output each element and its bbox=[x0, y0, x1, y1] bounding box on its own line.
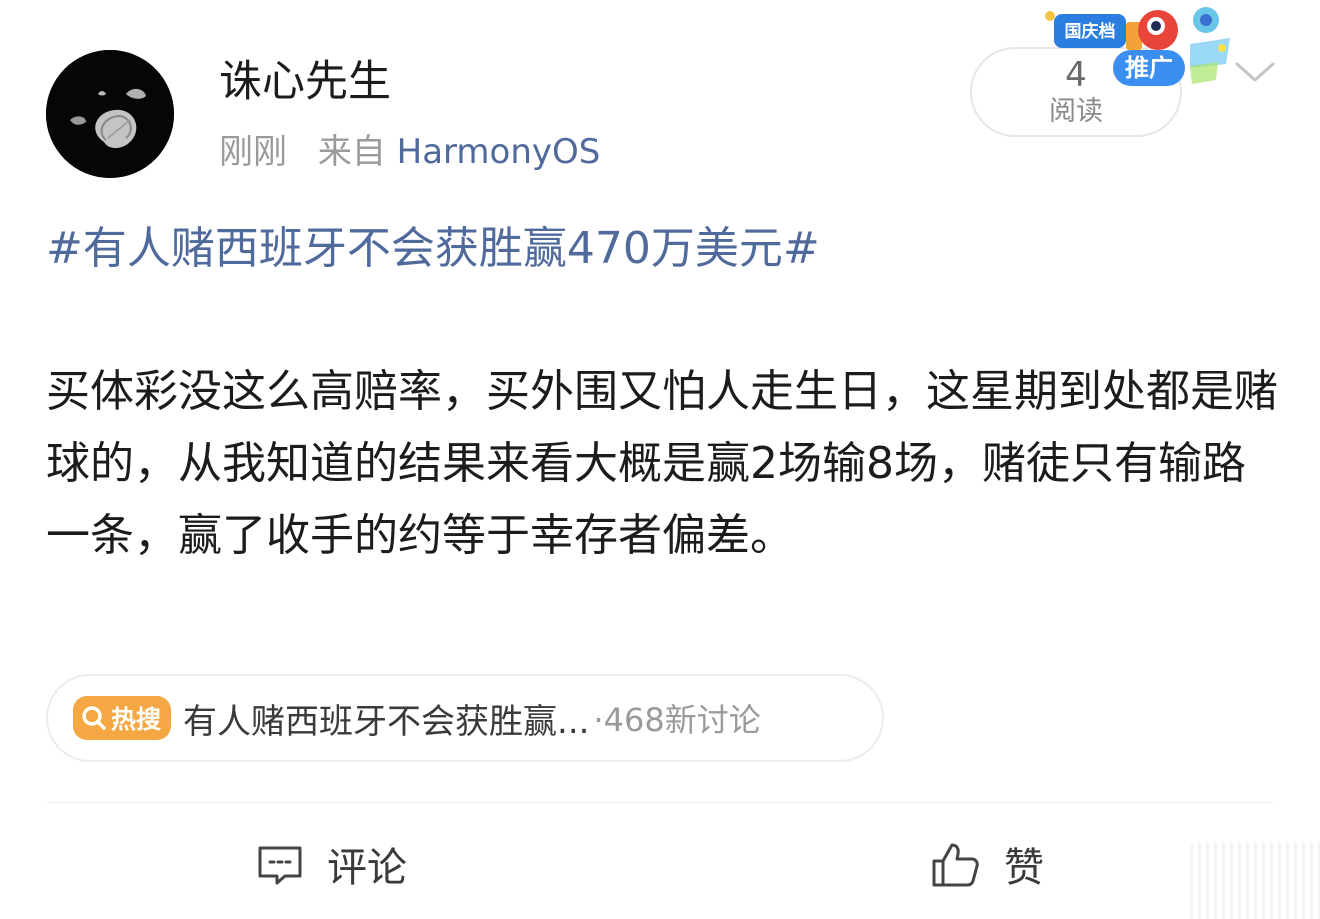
hot-search-card[interactable]: 热搜 有人赌西班牙不会获胜赢... ·468新讨论 bbox=[46, 674, 884, 762]
divider bbox=[46, 802, 1274, 803]
avatar-feather-image bbox=[46, 50, 174, 178]
like-button[interactable]: 赞 bbox=[930, 832, 1044, 896]
chevron-down-icon[interactable] bbox=[1233, 58, 1277, 86]
promo-badge: 推广 bbox=[1113, 50, 1185, 86]
post-time: 刚刚 bbox=[219, 132, 287, 172]
thumbs-up-icon bbox=[932, 843, 979, 887]
topic-hashtag[interactable]: #有人赌西班牙不会获胜赢470万美元# bbox=[46, 219, 820, 279]
hot-search-badge-label: 热搜 bbox=[111, 705, 162, 734]
post-body: 买体彩没这么高赔率，买外围又怕人走生日，这星期到处都是赌球的，从我知道的结果来看… bbox=[46, 366, 1278, 561]
source-prefix: 来自 bbox=[317, 132, 386, 172]
comment-icon bbox=[258, 846, 302, 885]
read-label: 阅读 bbox=[1049, 96, 1103, 127]
comment-label: 评论 bbox=[327, 845, 407, 891]
hot-search-badge: 热搜 bbox=[73, 696, 172, 740]
search-icon bbox=[82, 706, 106, 730]
like-label: 赞 bbox=[1004, 845, 1044, 891]
post-meta: 刚刚 来自 HarmonyOS bbox=[219, 128, 600, 176]
post-source[interactable]: HarmonyOS bbox=[397, 132, 601, 172]
hot-search-count: ·468新讨论 bbox=[593, 701, 761, 739]
promo-banner-text: 国庆档 bbox=[1065, 21, 1116, 42]
author-name[interactable]: 诛心先生 bbox=[219, 52, 391, 112]
hot-search-title: 有人赌西班牙不会获胜赢... bbox=[183, 701, 590, 742]
avatar[interactable] bbox=[46, 50, 174, 178]
comment-button[interactable]: 评论 bbox=[255, 832, 407, 896]
screen-edge-pattern bbox=[1190, 842, 1320, 919]
